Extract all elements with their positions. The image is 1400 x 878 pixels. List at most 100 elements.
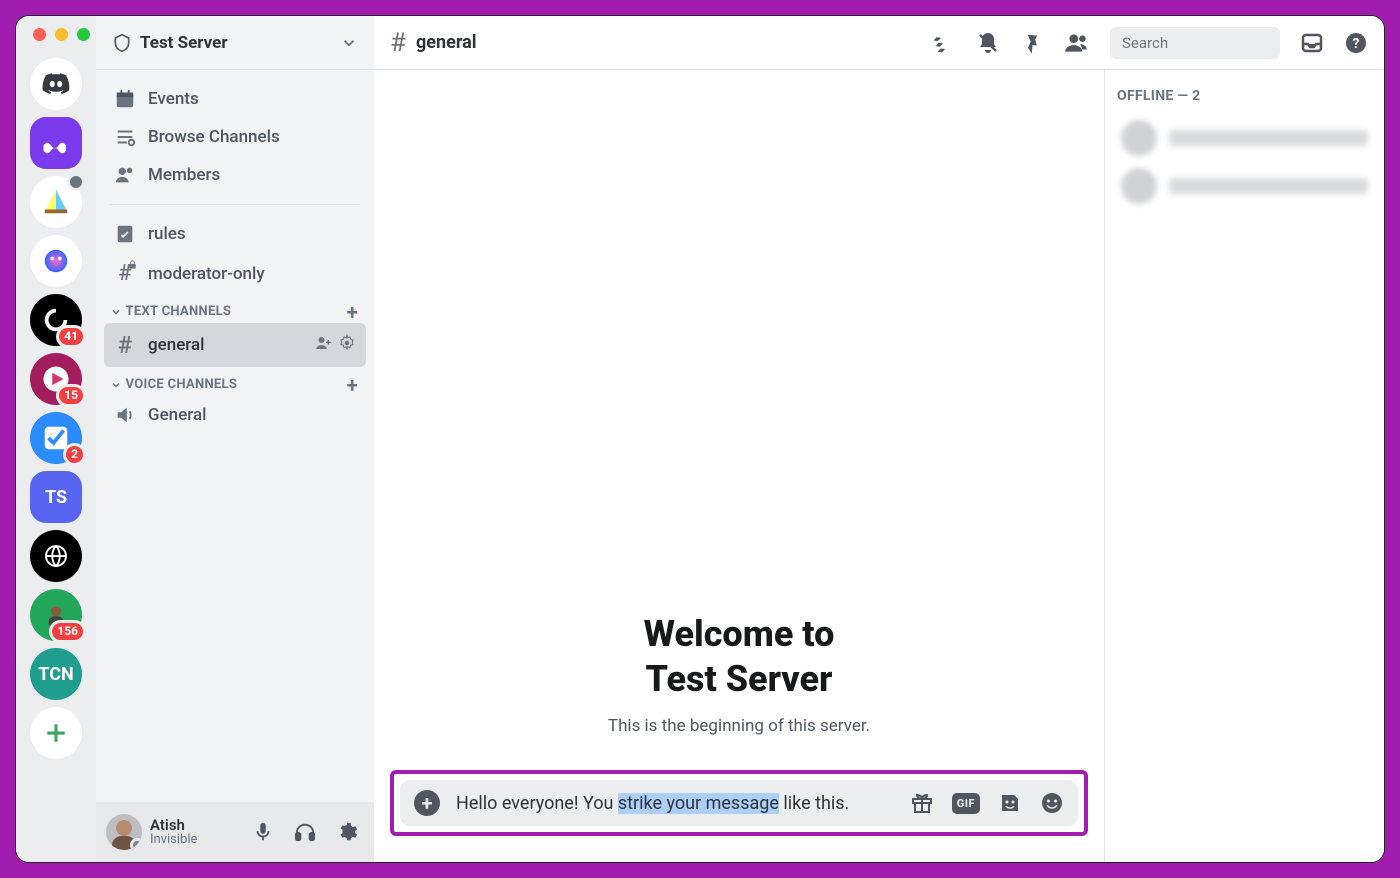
user-info[interactable]: Atish Invisible <box>150 817 238 847</box>
server-name: Test Server <box>140 33 340 53</box>
guild-g7[interactable]: TS <box>30 471 82 523</box>
search-box[interactable] <box>1110 27 1280 59</box>
divider <box>110 204 360 205</box>
sidebar-item-events[interactable]: Events <box>104 80 366 118</box>
message-composer[interactable]: + Hello everyone! You strike your messag… <box>400 780 1078 826</box>
guild-g2[interactable] <box>30 176 82 228</box>
guild-g1[interactable] <box>30 117 82 169</box>
add-text-channel-button[interactable]: + <box>347 306 358 318</box>
guild-g3[interactable] <box>30 235 82 287</box>
member-row[interactable] <box>1117 114 1372 162</box>
guild-g8[interactable] <box>30 530 82 582</box>
member-avatar <box>1121 168 1157 204</box>
help-button[interactable]: ? <box>1344 31 1368 55</box>
speaker-icon <box>114 404 136 426</box>
section-label: VOICE CHANNELS <box>126 377 238 392</box>
window-controls <box>16 28 96 51</box>
chevron-down-icon <box>340 34 358 52</box>
main-area: general ? Welcome to Test Serve <box>374 16 1384 862</box>
member-name <box>1169 178 1368 194</box>
sidebar-item-members[interactable]: Members <box>104 156 366 194</box>
gift-button[interactable] <box>910 791 934 815</box>
channel-label: moderator-only <box>148 264 265 284</box>
member-list-button[interactable] <box>1064 30 1090 56</box>
channel-sidebar: Test Server Events Browse Channels Members… <box>96 16 374 862</box>
user-name: Atish <box>150 817 238 833</box>
hash-icon: # <box>114 331 136 359</box>
close-window-button[interactable] <box>33 28 46 41</box>
chevron-down-icon <box>110 379 122 391</box>
text-channel-general[interactable]: # general <box>104 323 366 367</box>
notification-badge: 41 <box>56 325 86 348</box>
voice-channels-header[interactable]: VOICE CHANNELS + <box>104 367 366 396</box>
header-tools: ? <box>932 27 1368 59</box>
hash-icon <box>390 28 406 58</box>
channel-title: general <box>416 32 477 53</box>
mute-mic-button[interactable] <box>246 815 280 849</box>
notification-badge: 2 <box>63 443 86 466</box>
channel-header: general ? <box>374 16 1384 70</box>
section-label: TEXT CHANNELS <box>126 304 232 319</box>
member-avatar <box>1121 120 1157 156</box>
hash-lock-icon: # <box>114 261 136 286</box>
browse-icon <box>114 126 136 148</box>
user-settings-button[interactable] <box>330 815 364 849</box>
member-list: OFFLINE — 2 <box>1104 70 1384 862</box>
notification-badge: 15 <box>56 384 86 407</box>
guild-g6[interactable]: 2 <box>30 412 82 464</box>
emoji-button[interactable] <box>1040 791 1064 815</box>
search-input[interactable] <box>1120 33 1323 53</box>
welcome-block: Welcome to Test Server This is the begin… <box>374 70 1104 770</box>
add-server-button[interactable] <box>30 707 82 759</box>
welcome-subtitle: This is the beginning of this server. <box>608 716 870 736</box>
members-icon <box>114 164 136 186</box>
add-voice-channel-button[interactable]: + <box>347 379 358 391</box>
inbox-button[interactable] <box>1300 31 1324 55</box>
channel-list: Events Browse Channels Members rules # moder… <box>96 70 374 802</box>
channel-label: Browse Channels <box>148 127 280 147</box>
svg-text:?: ? <box>1353 36 1360 52</box>
channel-label: Events <box>148 89 199 109</box>
threads-button[interactable] <box>932 31 956 55</box>
sidebar-item-browse-channels[interactable]: Browse Channels <box>104 118 366 156</box>
guild-g4[interactable]: 41 <box>30 294 82 346</box>
gif-button[interactable]: GIF <box>952 791 980 815</box>
selected-text: strike your message <box>618 793 779 814</box>
pinned-messages-button[interactable] <box>1020 31 1044 55</box>
user-status: Invisible <box>150 833 238 847</box>
channel-label: Members <box>148 165 220 185</box>
channel-label: general <box>148 335 205 355</box>
muted-indicator-icon <box>67 173 85 191</box>
members-offline-header: OFFLINE — 2 <box>1117 88 1372 104</box>
user-avatar[interactable] <box>106 814 142 850</box>
guild-g10[interactable]: TCN <box>30 648 82 700</box>
channel-rules[interactable]: rules <box>104 215 366 253</box>
guild-g9[interactable]: 156 <box>30 589 82 641</box>
notifications-button[interactable] <box>976 31 1000 55</box>
member-row[interactable] <box>1117 162 1372 210</box>
composer-text[interactable]: Hello everyone! You strike your message … <box>456 793 894 814</box>
attach-button[interactable]: + <box>414 790 440 816</box>
guild-home[interactable] <box>30 58 82 110</box>
text-channels-header[interactable]: TEXT CHANNELS + <box>104 294 366 323</box>
calendar-icon <box>114 88 136 110</box>
channel-settings-icon[interactable] <box>338 334 356 357</box>
status-dot-icon <box>130 838 142 850</box>
minimize-window-button[interactable] <box>55 28 68 41</box>
voice-channel-general[interactable]: General <box>104 396 366 434</box>
sticker-button[interactable] <box>998 791 1022 815</box>
channel-label: rules <box>148 224 186 244</box>
member-name <box>1169 130 1368 146</box>
guild-g5[interactable]: 15 <box>30 353 82 405</box>
channel-moderator-only[interactable]: # moderator-only <box>104 253 366 294</box>
server-boost-icon <box>112 33 132 53</box>
maximize-window-button[interactable] <box>77 28 90 41</box>
deafen-button[interactable] <box>288 815 322 849</box>
invite-icon[interactable] <box>314 334 332 357</box>
app-window: 41 15 2 TS 156 TCN Test Server Events Browse C… <box>15 15 1385 863</box>
user-panel: Atish Invisible <box>96 802 374 862</box>
server-header[interactable]: Test Server <box>96 16 374 70</box>
notification-badge: 156 <box>49 620 86 643</box>
guild-rail: 41 15 2 TS 156 TCN <box>16 16 96 862</box>
chevron-down-icon <box>110 306 122 318</box>
